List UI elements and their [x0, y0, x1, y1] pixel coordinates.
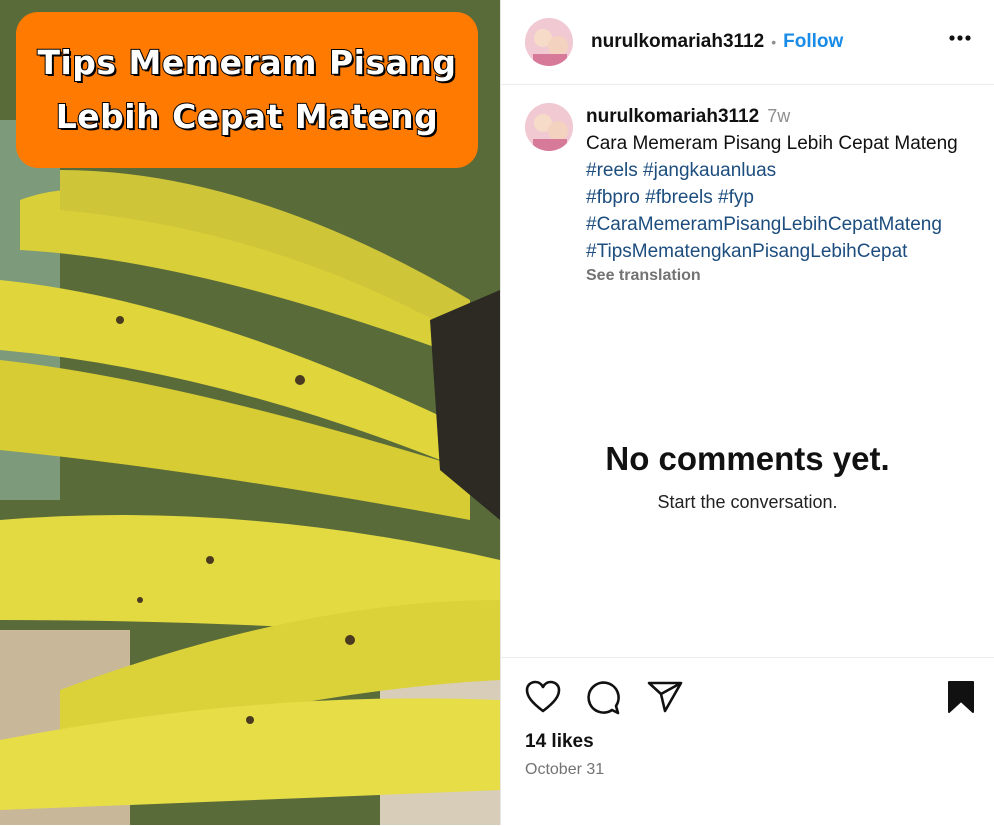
header-separator: •: [771, 34, 777, 50]
caption-text: Cara Memeram Pisang Lebih Cepat Mateng: [586, 133, 958, 154]
empty-comments: No comments yet. Start the conversation.: [501, 440, 994, 513]
caption-avatar[interactable]: [525, 103, 573, 151]
heart-icon[interactable]: [525, 680, 561, 714]
post-dialog: Tips Memeram Pisang Lebih Cepat Mateng n…: [0, 0, 994, 825]
post-date[interactable]: October 31: [525, 761, 604, 779]
caption-username[interactable]: nurulkomariah3112: [586, 106, 759, 127]
action-bar: 14 likes October 31: [501, 657, 994, 826]
hashtags-line[interactable]: #CaraMemeramPisangLebihCepatMateng: [586, 211, 981, 238]
follow-button[interactable]: Follow: [783, 31, 843, 53]
more-horizontal-icon[interactable]: [946, 24, 974, 52]
hashtags-line[interactable]: #reels #jangkauanluas: [586, 157, 981, 184]
overlay-title: Tips Memeram Pisang Lebih Cepat Mateng: [16, 12, 478, 168]
comment-icon[interactable]: [585, 680, 621, 716]
post-media[interactable]: Tips Memeram Pisang Lebih Cepat Mateng: [0, 0, 500, 825]
see-translation-link[interactable]: See translation: [586, 266, 981, 286]
hashtags-line[interactable]: #fbpro #fbreels #fyp: [586, 184, 981, 211]
caption-body: nurulkomariah3112 7w Cara Memeram Pisang …: [586, 103, 981, 286]
share-icon[interactable]: [647, 680, 683, 714]
empty-comments-subtitle: Start the conversation.: [657, 492, 838, 512]
post-sidebar: nurulkomariah3112 • Follow nurulkomariah…: [500, 0, 994, 825]
post-header: nurulkomariah3112 • Follow: [501, 0, 994, 85]
likes-count[interactable]: 14 likes: [525, 731, 594, 753]
bookmark-icon[interactable]: [947, 680, 975, 714]
caption-time[interactable]: 7w: [767, 106, 790, 126]
header-username[interactable]: nurulkomariah3112: [591, 31, 764, 53]
avatar[interactable]: [525, 18, 573, 66]
empty-comments-title: No comments yet.: [605, 440, 890, 477]
caption: nurulkomariah3112 7w Cara Memeram Pisang …: [525, 103, 985, 286]
hashtags-line[interactable]: #TipsMematengkanPisangLebihCepat: [586, 238, 981, 265]
